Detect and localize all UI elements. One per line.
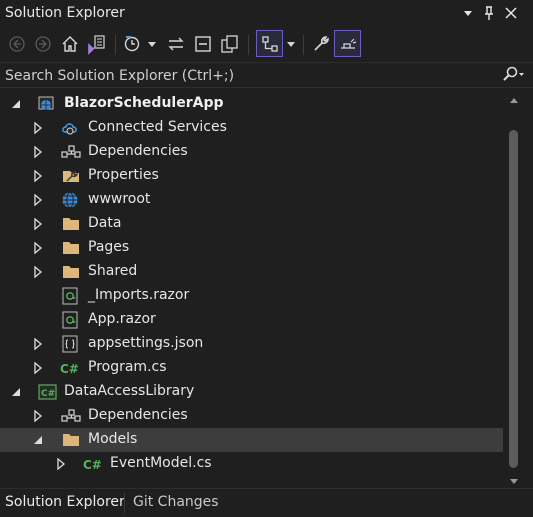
tree-item-appsettings-json[interactable]: appsettings.json xyxy=(0,332,503,356)
tree-item-program-cs[interactable]: C# Program.cs xyxy=(0,356,503,380)
tree-item-app-razor[interactable]: App.razor xyxy=(0,308,503,332)
tree-item-models[interactable]: Models xyxy=(0,428,503,452)
vertical-scrollbar[interactable] xyxy=(505,90,523,486)
solution-tree: BlazorSchedulerApp Connected Services De… xyxy=(0,90,503,486)
collapsed-arrow-icon[interactable] xyxy=(32,145,44,159)
tree-item-label: EventModel.cs xyxy=(110,455,212,471)
tree-item-label: Pages xyxy=(88,239,130,255)
search-bar xyxy=(0,62,533,89)
web-project-icon xyxy=(37,95,55,113)
tree-item-label: App.razor xyxy=(88,311,156,327)
globe-icon xyxy=(61,191,79,209)
toolbar-separator xyxy=(115,35,116,55)
tree-item-label: Program.cs xyxy=(88,359,167,375)
tree-item-wwwroot[interactable]: wwwroot xyxy=(0,188,503,212)
tree-item-connected-services[interactable]: Connected Services xyxy=(0,116,503,140)
tree-item-properties[interactable]: Properties xyxy=(0,164,503,188)
toolbar xyxy=(0,28,533,62)
tree-item-pages[interactable]: Pages xyxy=(0,236,503,260)
show-all-files-icon[interactable] xyxy=(218,32,242,56)
collapsed-arrow-icon[interactable] xyxy=(32,169,44,183)
tree-item-label: Data xyxy=(88,215,122,231)
chevron-down-icon[interactable] xyxy=(145,32,159,56)
csharp-file-icon: C# xyxy=(59,359,81,377)
folder-icon xyxy=(61,239,79,257)
csharp-project-icon: C# xyxy=(38,383,58,401)
folder-icon xyxy=(61,215,79,233)
home-icon[interactable] xyxy=(58,32,82,56)
tree-item-label: _Imports.razor xyxy=(88,287,190,303)
panel-title-bar: Solution Explorer xyxy=(0,0,533,28)
tree-item-blazorschedulerapp[interactable]: BlazorSchedulerApp xyxy=(0,92,503,116)
toggle-view-icon[interactable] xyxy=(334,30,361,57)
toolbar-separator xyxy=(303,35,304,55)
tree-item-label: Models xyxy=(88,431,138,447)
collapsed-arrow-icon[interactable] xyxy=(32,121,44,135)
properties-icon[interactable] xyxy=(309,32,333,56)
tree-item-data[interactable]: Data xyxy=(0,212,503,236)
tree-item-label: DataAccessLibrary xyxy=(64,383,195,399)
close-icon[interactable] xyxy=(502,4,520,22)
sync-active-document-icon[interactable] xyxy=(164,32,188,56)
dropdown-icon[interactable] xyxy=(459,4,477,22)
collapsed-arrow-icon[interactable] xyxy=(32,217,44,231)
tree-item-label: Dependencies xyxy=(88,143,188,159)
razor-file-icon xyxy=(61,287,79,305)
search-input[interactable] xyxy=(0,63,487,89)
tree-item-dependencies[interactable]: Dependencies xyxy=(0,140,503,164)
tree-item-imports-razor[interactable]: _Imports.razor xyxy=(0,284,503,308)
razor-file-icon xyxy=(61,311,79,329)
toolbar-separator xyxy=(248,35,249,55)
scroll-up-icon[interactable] xyxy=(509,94,519,104)
scrollbar-thumb[interactable] xyxy=(509,130,518,468)
folder-icon xyxy=(61,263,79,281)
scroll-down-icon[interactable] xyxy=(509,474,519,484)
json-file-icon xyxy=(61,335,79,353)
tab-divider xyxy=(124,493,125,513)
back-icon[interactable] xyxy=(5,32,29,56)
tree-item-label: Dependencies xyxy=(88,407,188,423)
tree-item-dependencies-2[interactable]: Dependencies xyxy=(0,404,503,428)
tree-item-shared[interactable]: Shared xyxy=(0,260,503,284)
tree-item-eventmodel-cs[interactable]: C# EventModel.cs xyxy=(0,452,503,476)
svg-text:C#: C# xyxy=(41,389,55,399)
dependencies-icon xyxy=(61,407,81,425)
folder-icon xyxy=(61,431,79,449)
collapsed-arrow-icon[interactable] xyxy=(32,409,44,423)
collapsed-arrow-icon[interactable] xyxy=(55,457,67,471)
tree-item-label: Connected Services xyxy=(88,119,227,135)
bottom-tab-strip: Solution Explorer Git Changes xyxy=(0,488,533,517)
expanded-arrow-icon[interactable] xyxy=(32,433,44,447)
properties-wrench-icon xyxy=(61,167,79,185)
chevron-down-icon[interactable] xyxy=(284,32,298,56)
pin-icon[interactable] xyxy=(480,4,498,22)
expanded-arrow-icon[interactable] xyxy=(10,97,22,111)
search-icon[interactable] xyxy=(501,65,524,85)
collapsed-arrow-icon[interactable] xyxy=(32,361,44,375)
tree-item-label: wwwroot xyxy=(88,191,151,207)
switch-views-icon[interactable] xyxy=(85,32,109,56)
collapsed-arrow-icon[interactable] xyxy=(32,241,44,255)
svg-text:C#: C# xyxy=(60,362,79,376)
collapsed-arrow-icon[interactable] xyxy=(32,265,44,279)
expanded-arrow-icon[interactable] xyxy=(10,385,22,399)
dependencies-icon xyxy=(61,143,81,161)
collapse-all-icon[interactable] xyxy=(191,32,215,56)
pending-changes-filter-icon[interactable] xyxy=(121,32,145,56)
forward-icon[interactable] xyxy=(31,32,55,56)
tree-item-dataaccesslibrary[interactable]: C# DataAccessLibrary xyxy=(0,380,503,404)
collapsed-arrow-icon[interactable] xyxy=(32,193,44,207)
tab-solution-explorer[interactable]: Solution Explorer xyxy=(0,489,130,517)
panel-title: Solution Explorer xyxy=(5,5,125,21)
csharp-file-icon: C# xyxy=(82,455,104,473)
svg-text:C#: C# xyxy=(83,458,102,472)
tree-item-label: Shared xyxy=(88,263,138,279)
tab-git-changes[interactable]: Git Changes xyxy=(128,489,224,517)
collapsed-arrow-icon[interactable] xyxy=(32,337,44,351)
connected-services-icon xyxy=(61,119,79,137)
preview-selected-items-icon[interactable] xyxy=(256,30,283,57)
tree-item-label: appsettings.json xyxy=(88,335,204,351)
tree-item-label: Properties xyxy=(88,167,159,183)
tree-item-label: BlazorSchedulerApp xyxy=(64,95,224,111)
